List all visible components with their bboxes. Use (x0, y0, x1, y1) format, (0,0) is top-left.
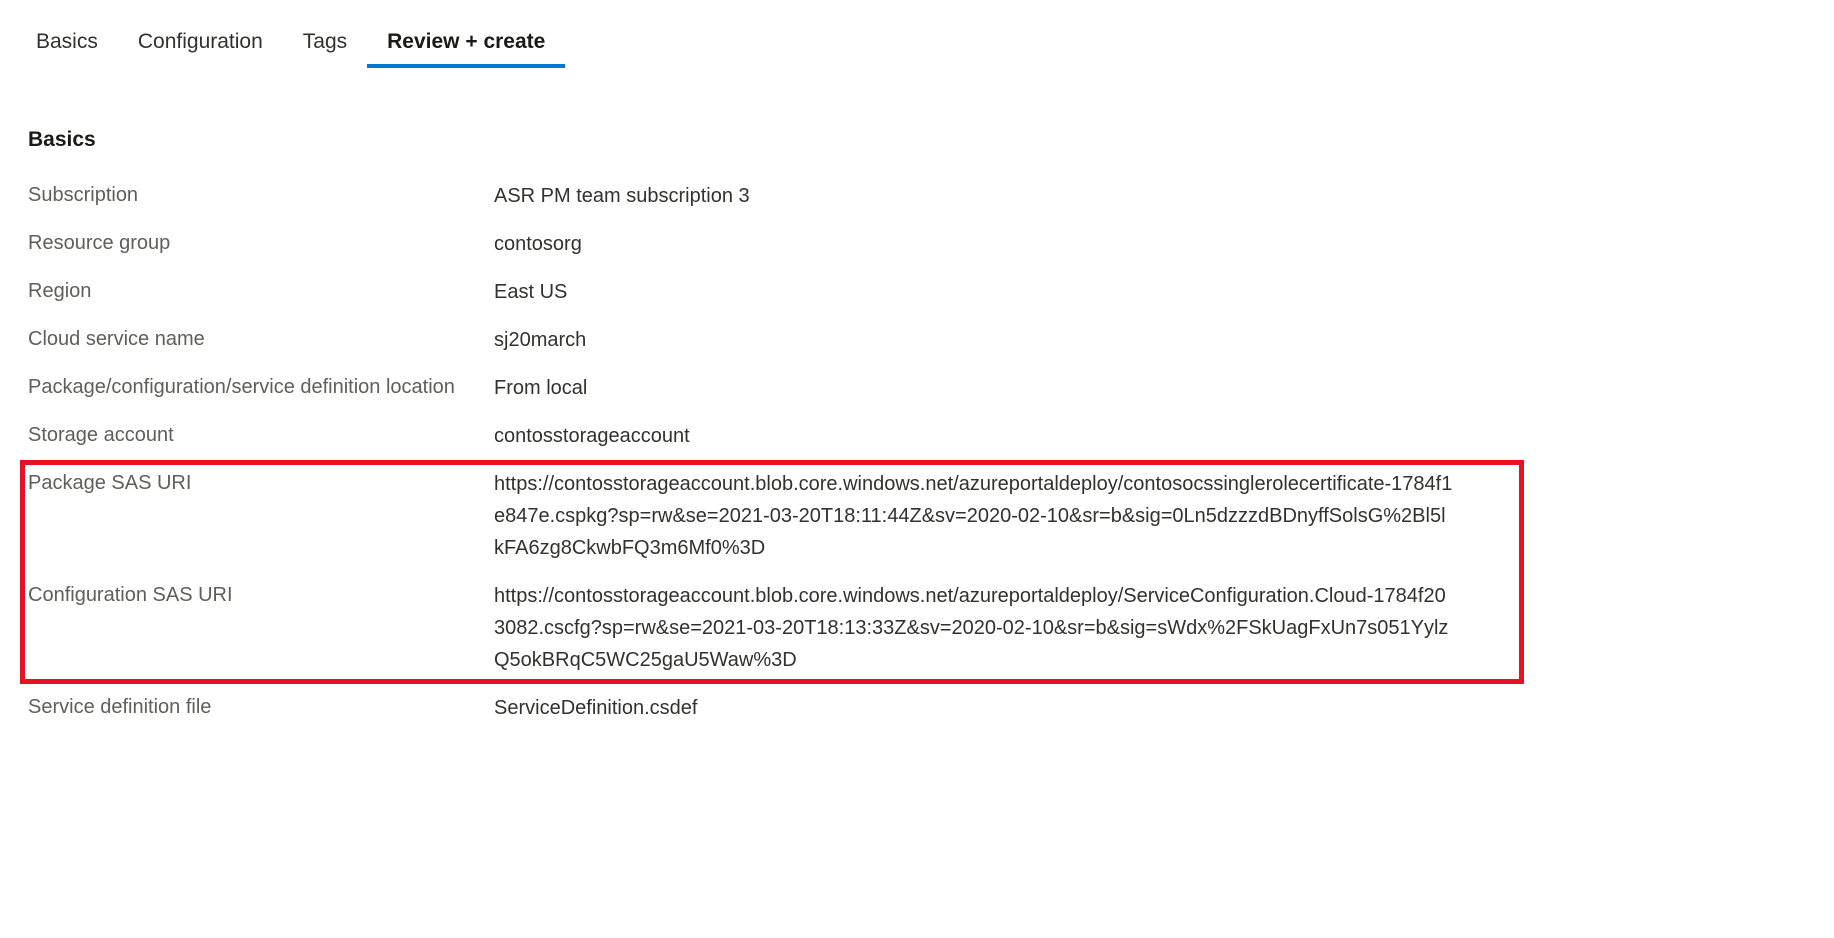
value-cloud-service-name: sj20march (494, 324, 1454, 356)
field-package-location: Package/configuration/service definition… (28, 372, 1824, 404)
field-region: Region East US (28, 276, 1824, 308)
value-storage-account: contosstorageaccount (494, 420, 1454, 452)
tab-review-create[interactable]: Review + create (367, 20, 565, 68)
tab-configuration[interactable]: Configuration (118, 20, 283, 68)
field-resource-group: Resource group contosorg (28, 228, 1824, 260)
tab-bar: Basics Configuration Tags Review + creat… (10, 20, 1824, 68)
label-resource-group: Resource group (28, 228, 494, 258)
value-resource-group: contosorg (494, 228, 1454, 260)
field-cloud-service-name: Cloud service name sj20march (28, 324, 1824, 356)
value-service-definition-file: ServiceDefinition.csdef (494, 692, 1454, 724)
tab-tags[interactable]: Tags (283, 20, 367, 68)
value-package-location: From local (494, 372, 1454, 404)
fields-container: Subscription ASR PM team subscription 3 … (10, 180, 1824, 724)
field-storage-account: Storage account contosstorageaccount (28, 420, 1824, 452)
label-service-definition-file: Service definition file (28, 692, 494, 722)
label-cloud-service-name: Cloud service name (28, 324, 494, 354)
field-service-definition-file: Service definition file ServiceDefinitio… (28, 692, 1824, 724)
value-subscription: ASR PM team subscription 3 (494, 180, 1454, 212)
label-region: Region (28, 276, 494, 306)
section-title-basics: Basics (10, 128, 1824, 152)
label-configuration-sas-uri: Configuration SAS URI (28, 580, 494, 610)
value-configuration-sas-uri: https://contosstorageaccount.blob.core.w… (494, 580, 1454, 676)
field-configuration-sas-uri: Configuration SAS URI https://contosstor… (28, 580, 1824, 676)
field-subscription: Subscription ASR PM team subscription 3 (28, 180, 1824, 212)
value-package-sas-uri: https://contosstorageaccount.blob.core.w… (494, 468, 1454, 564)
label-subscription: Subscription (28, 180, 494, 210)
field-package-sas-uri: Package SAS URI https://contosstorageacc… (28, 468, 1824, 564)
label-package-location: Package/configuration/service definition… (28, 372, 494, 402)
value-region: East US (494, 276, 1454, 308)
label-storage-account: Storage account (28, 420, 494, 450)
label-package-sas-uri: Package SAS URI (28, 468, 494, 498)
tab-basics[interactable]: Basics (16, 20, 118, 68)
